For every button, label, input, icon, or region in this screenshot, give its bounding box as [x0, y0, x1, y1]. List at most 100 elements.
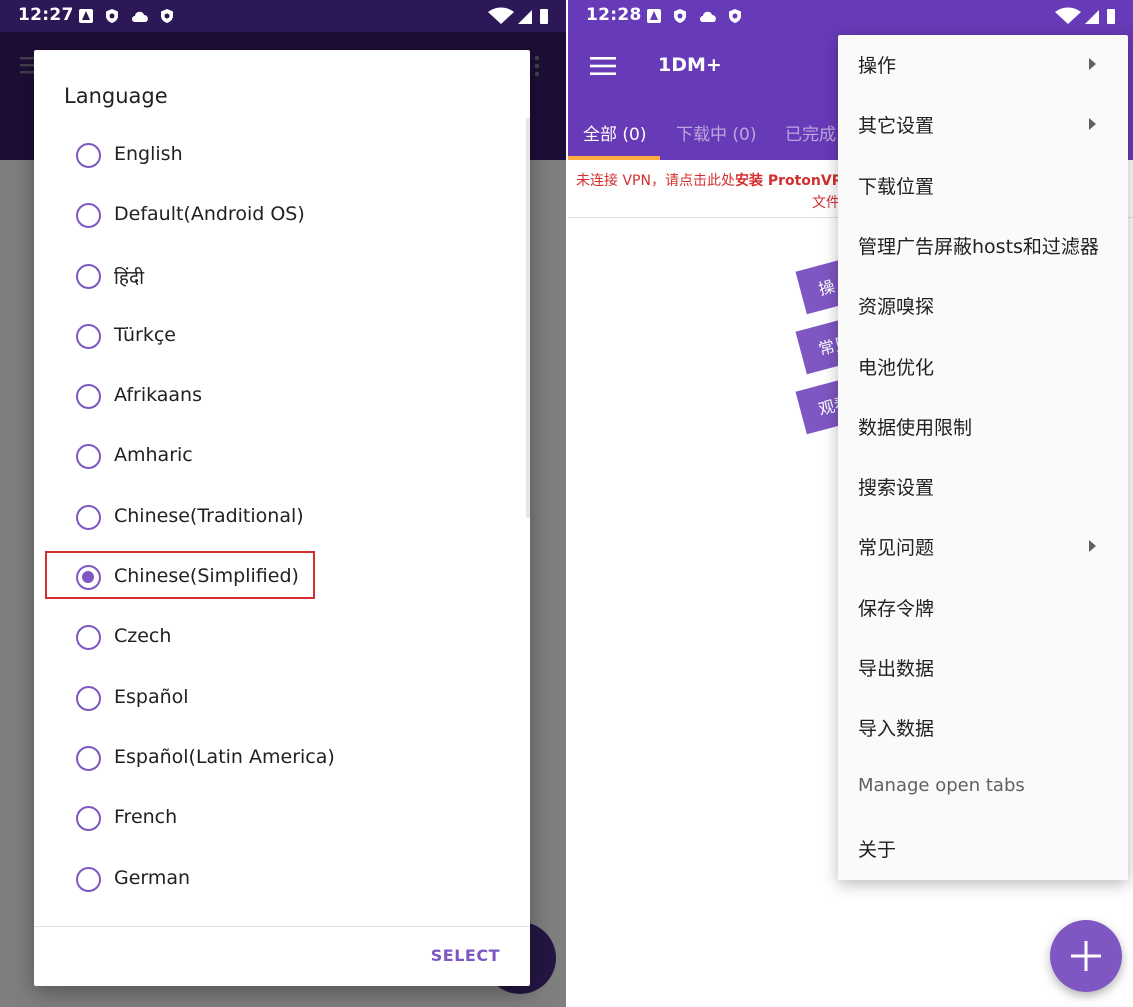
radio-button-icon[interactable]	[76, 806, 101, 832]
radio-button-icon[interactable]	[76, 203, 101, 229]
submenu-arrow-icon	[1089, 58, 1096, 70]
submenu-arrow-icon	[1089, 540, 1096, 553]
menu-item-label: 操作	[858, 55, 897, 77]
signal-icon	[1085, 10, 1099, 24]
menu-item[interactable]: Manage open tabs	[838, 759, 1128, 819]
vpn-banner-text: 未连接 VPN，请点击此处安装 ProtonVP	[576, 173, 842, 189]
language-option[interactable]: Amharic	[34, 427, 530, 487]
menu-item-label: 导出数据	[858, 658, 935, 680]
language-option[interactable]: Afrikaans	[34, 367, 530, 427]
notification-icon	[79, 9, 93, 23]
language-option[interactable]: Czech	[34, 608, 530, 668]
cloud-icon	[700, 11, 716, 22]
menu-item[interactable]: 导入数据	[838, 698, 1128, 758]
menu-item[interactable]: 管理广告屏蔽hosts和过滤器	[838, 216, 1128, 276]
language-option-label: German	[114, 866, 191, 889]
language-list: English Default(Android OS) हिंदी Türkçe Afr…	[34, 126, 530, 910]
menu-item[interactable]: 数据使用限制	[838, 397, 1128, 457]
menu-item[interactable]: 操作	[838, 35, 1128, 95]
add-download-button[interactable]	[1050, 920, 1122, 992]
radio-button-icon[interactable]	[76, 504, 101, 530]
overflow-menu: 操作其它设置下载位置管理广告屏蔽hosts和过滤器 资源嗅探电池优化数据使用限制搜…	[838, 35, 1128, 880]
wifi-icon	[488, 7, 514, 24]
language-option[interactable]: Español(Latin America)	[34, 729, 530, 789]
select-button[interactable]: SELECT	[431, 946, 500, 965]
status-time: 12:28	[586, 5, 642, 25]
menu-item[interactable]: 保存令牌	[838, 578, 1128, 638]
radio-button-icon[interactable]	[76, 625, 101, 651]
language-option[interactable]: हिंदी	[34, 247, 530, 307]
radio-button-icon[interactable]	[76, 384, 101, 410]
language-option[interactable]: Türkçe	[34, 307, 530, 367]
language-option-label: French	[114, 806, 178, 829]
menu-item-label: 电池优化	[858, 356, 935, 379]
menu-item-label: 关于	[858, 838, 897, 861]
menu-item-label: Manage open tabs	[858, 774, 1025, 796]
language-dialog: Language English Default(Android OS) हिंदी…	[34, 50, 530, 986]
tab-completed[interactable]: 已完成	[785, 120, 836, 145]
menu-item[interactable]: 常见问题	[838, 517, 1128, 577]
signal-icon	[518, 10, 532, 24]
language-option-label: Español	[114, 685, 189, 708]
language-option-label: Default(Android OS)	[114, 203, 305, 226]
language-option-label: Chinese(Simplified)	[114, 565, 299, 588]
menu-item[interactable]: 导出数据	[838, 638, 1128, 698]
language-option[interactable]: Chinese(Simplified)	[34, 548, 530, 608]
menu-item-label: 保存令牌	[858, 597, 935, 620]
app-title: 1DM+	[658, 54, 722, 76]
menu-item-label: 管理广告屏蔽hosts和过滤器	[858, 235, 1099, 258]
language-option-label: Amharic	[114, 444, 193, 467]
radio-button-icon[interactable]	[76, 745, 101, 771]
add-icon	[1071, 941, 1101, 971]
menu-item-label: 常见问题	[858, 537, 935, 560]
menu-item-label: 其它设置	[858, 115, 935, 138]
radio-button-icon[interactable]	[76, 263, 101, 289]
dialog-title: Language	[64, 84, 168, 108]
dialog-divider	[34, 926, 530, 927]
vpn-banner-text-2: 文件	[812, 195, 840, 211]
shield-icon	[161, 9, 173, 23]
radio-button-icon[interactable]	[76, 323, 101, 349]
menu-item[interactable]: 下载位置	[838, 156, 1128, 216]
menu-item-label: 下载位置	[858, 175, 935, 198]
language-option-label: Chinese(Traditional)	[114, 504, 304, 527]
menu-icon[interactable]	[590, 56, 616, 76]
shield-icon	[106, 9, 118, 23]
tab-all[interactable]: 全部 (0)	[583, 120, 646, 145]
language-option[interactable]: English	[34, 126, 530, 186]
language-option-label: Afrikaans	[114, 384, 202, 407]
system-status-icons	[1055, 7, 1115, 24]
submenu-arrow-icon	[1089, 118, 1096, 131]
notification-icon	[647, 9, 661, 23]
shield-icon	[729, 9, 741, 23]
menu-item-label: 资源嗅探	[858, 296, 935, 319]
radio-button-icon[interactable]	[76, 444, 101, 470]
radio-button-icon[interactable]	[76, 866, 101, 892]
shield-icon	[674, 9, 686, 23]
tab-downloading[interactable]: 下载中 (0)	[676, 120, 756, 145]
menu-item[interactable]: 搜索设置	[838, 457, 1128, 517]
radio-button-icon[interactable]	[76, 565, 101, 591]
language-option[interactable]: French	[34, 789, 530, 849]
language-option[interactable]: Español	[34, 669, 530, 729]
battery-icon	[540, 9, 548, 24]
menu-item-label: 导入数据	[858, 718, 935, 741]
battery-icon	[1107, 9, 1115, 24]
status-bar: 12:27	[0, 0, 566, 32]
language-option[interactable]: German	[34, 850, 530, 910]
menu-item[interactable]: 资源嗅探	[838, 276, 1128, 336]
language-option[interactable]: Default(Android OS)	[34, 186, 530, 246]
left-screen: 12:27 Language English Default(Android OS…	[0, 0, 566, 1007]
status-time: 12:27	[18, 5, 74, 25]
language-option-label: English	[114, 143, 183, 165]
radio-button-icon[interactable]	[76, 143, 101, 168]
wifi-icon	[1055, 7, 1081, 24]
status-bar: 12:28	[568, 0, 1133, 32]
menu-item[interactable]: 其它设置	[838, 95, 1128, 155]
language-option-label: Türkçe	[114, 323, 176, 346]
menu-item[interactable]: 关于	[838, 819, 1128, 879]
language-option-label: Español(Latin America)	[114, 745, 335, 768]
radio-button-icon[interactable]	[76, 685, 101, 711]
menu-item[interactable]: 电池优化	[838, 337, 1128, 397]
language-option[interactable]: Chinese(Traditional)	[34, 488, 530, 548]
